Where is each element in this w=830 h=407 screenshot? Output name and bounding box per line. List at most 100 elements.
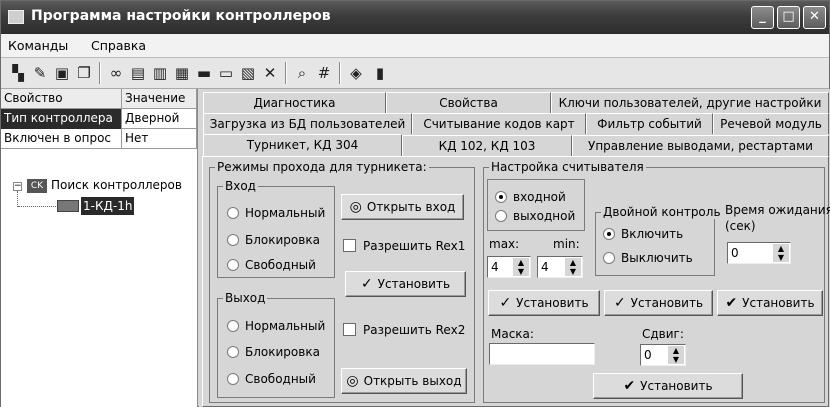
mask-label: Маска: [491,327,534,341]
open-folder-icon[interactable]: ❐ [75,64,93,82]
checkmark-icon: ✔ [623,378,636,394]
col-header-property[interactable]: Свойство [1,89,122,109]
exit-block-radio[interactable]: Блокировка [227,344,320,360]
max-label: max: [489,237,520,251]
book-icon[interactable]: ◈ [347,64,365,82]
allow-rex2-label: Разрешить Rex2 [363,323,466,337]
reader-out-radio[interactable]: выходной [495,208,575,224]
table-row[interactable]: Тип контроллера Дверной [1,109,197,129]
tab-load-db-users[interactable]: Загрузка из БД пользователей [203,113,412,134]
main-window: Программа настройки контроллеров _ □ ✕ К… [0,0,830,407]
save-icon[interactable]: ▣ [53,64,71,82]
minimize-icon[interactable]: _ [751,6,774,29]
maximize-icon[interactable]: □ [777,6,800,29]
controller-multi-icon[interactable]: ▥ [151,64,169,82]
reader-set-button-main[interactable]: ✔ Установить [593,373,743,399]
menu-commands[interactable]: Команды [8,38,68,53]
double-off-label: Выключить [621,251,693,265]
reader-set-label: Установить [516,296,589,310]
mask-input[interactable] [489,343,595,365]
tab-read-card-codes[interactable]: Считывание кодов карт [412,113,586,134]
title-bar[interactable]: Программа настройки контроллеров _ □ ✕ [1,1,829,34]
prop-value[interactable]: Дверной [122,109,197,129]
wait-time-spinner[interactable]: 0 ▲ ▼ [727,242,791,264]
settings-panel: Диагностика Свойства Ключи пользователей… [199,89,830,407]
collapse-icon[interactable]: − [13,182,22,191]
prop-name[interactable]: Тип контроллера [1,109,122,129]
entry-normal-radio[interactable]: Нормальный [227,205,325,221]
window-title: Программа настройки контроллеров [31,8,331,24]
find-doc-icon[interactable]: ⌕ [293,64,311,82]
radio-icon [495,210,507,222]
controller-edit-icon[interactable]: ▧ [239,64,257,82]
radio-icon [227,320,239,332]
col-header-value[interactable]: Значение [122,89,197,109]
double-on-label: Включить [621,227,684,241]
tab-turnstile-kd304[interactable]: Турникет, КД 304 [203,134,402,157]
reader-set-button-2[interactable]: ✓ Установить [604,290,713,316]
controller-card-icon[interactable]: ▬ [195,64,213,82]
entry-block-radio[interactable]: Блокировка [227,232,320,248]
reader-set-button-3[interactable]: ✔ Установить [717,290,823,316]
grid-icon[interactable]: # [315,64,333,82]
turnstile-set-button[interactable]: ✓ Установить [345,271,466,297]
reader-in-radio[interactable]: входной [495,189,566,205]
tab-keys-other[interactable]: Ключи пользователей, другие настройки [551,92,829,113]
entry-block-label: Блокировка [245,233,320,247]
exit-normal-radio[interactable]: Нормальный [227,318,325,334]
tab-outputs-restarts[interactable]: Управление выводами, рестартами [572,135,829,156]
spin-arrows-icon[interactable]: ▲ ▼ [773,244,789,262]
table-row[interactable]: Включен в опрос Нет [1,129,197,149]
close-icon[interactable]: ✕ [803,6,826,29]
binoculars-icon[interactable]: ∞ [107,64,125,82]
tab-event-filter[interactable]: Фильтр событий [586,113,713,134]
reader-set-button-1[interactable]: ✓ Установить [488,290,600,316]
tab-voice-module[interactable]: Речевой модуль [713,113,829,134]
exit-block-label: Блокировка [245,345,320,359]
max-value: 4 [491,260,499,274]
prop-name[interactable]: Включен в опрос [1,129,122,149]
max-spinner[interactable]: 4 ▲ ▼ [487,256,531,278]
allow-rex1-checkbox[interactable]: Разрешить Rex1 [343,238,465,254]
tree-line [18,206,56,207]
pen-icon[interactable]: ✎ [31,64,49,82]
double-on-radio[interactable]: Включить [603,226,683,242]
min-spinner[interactable]: 4 ▲ ▼ [537,256,583,278]
shift-value: 0 [644,348,652,362]
menu-bar: Команды Справка [1,34,829,58]
radio-icon [495,191,507,203]
tab-properties[interactable]: Свойства [386,92,551,113]
radio-icon [227,207,239,219]
menu-help[interactable]: Справка [91,38,146,53]
radio-icon [227,373,239,385]
double-off-radio[interactable]: Выключить [603,250,693,266]
open-entry-button[interactable]: ◎ Открыть вход [341,194,464,220]
entry-free-radio[interactable]: Свободный [227,257,316,273]
shift-spinner[interactable]: 0 ▲ ▼ [640,344,686,366]
entry-normal-label: Нормальный [245,206,326,220]
exit-icon[interactable]: ▮ [371,64,389,82]
delete-icon[interactable]: ✕ [261,64,279,82]
controller-icon[interactable]: ▤ [129,64,147,82]
app-icon [8,10,24,24]
prop-value[interactable]: Нет [122,129,197,149]
spin-arrows-icon[interactable]: ▲ ▼ [565,258,581,276]
checkbox-icon [343,323,356,336]
open-exit-button[interactable]: ◎ Открыть выход [341,368,467,394]
toolbar: ▚ ✎ ▣ ❐ ∞ ▤ ▥ ▦ ▬ ▭ ▧ ✕ ⌕ # ◈ ▮ [1,58,829,89]
checkbox-icon [343,239,356,252]
spin-arrows-icon[interactable]: ▲ ▼ [513,258,529,276]
tree-child-label[interactable]: 1-КД-1h [81,197,135,215]
connect-icon[interactable]: ▚ [9,64,27,82]
spin-arrows-icon[interactable]: ▲ ▼ [668,346,684,364]
tab-diagnostics[interactable]: Диагностика [203,92,386,113]
allow-rex2-checkbox[interactable]: Разрешить Rex2 [343,322,465,338]
radio-icon [227,346,239,358]
controller-add-icon[interactable]: ▦ [173,64,191,82]
allow-rex1-label: Разрешить Rex1 [363,239,466,253]
controller-card2-icon[interactable]: ▭ [217,64,235,82]
tab-kd102-kd103[interactable]: КД 102, КД 103 [402,135,572,156]
exit-free-radio[interactable]: Свободный [227,371,316,387]
double-control-group [595,212,715,276]
tree-root-label[interactable]: Поиск контроллеров [51,178,182,192]
